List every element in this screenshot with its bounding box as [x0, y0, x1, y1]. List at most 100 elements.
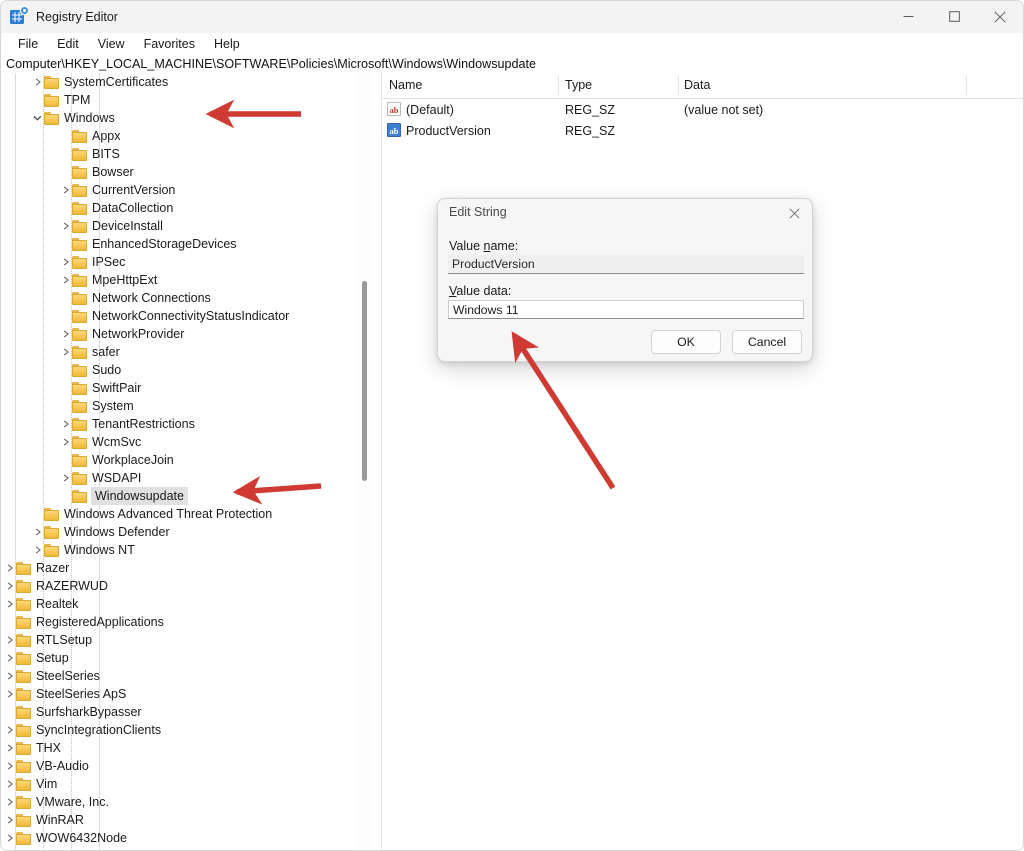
- chevron-right-icon[interactable]: [3, 595, 16, 613]
- menu-favorites[interactable]: Favorites: [135, 35, 204, 53]
- chevron-right-icon[interactable]: [3, 739, 16, 757]
- folder-icon: [44, 94, 59, 107]
- value-row[interactable]: ab (Default) REG_SZ (value not set): [382, 99, 1023, 120]
- tree-item[interactable]: BITS: [1, 145, 381, 163]
- tree-item[interactable]: Bowser: [1, 163, 381, 181]
- close-button[interactable]: [977, 1, 1023, 32]
- chevron-right-icon[interactable]: [59, 433, 72, 451]
- chevron-right-icon[interactable]: [59, 271, 72, 289]
- tree-scroll-thumb[interactable]: [362, 281, 367, 481]
- value-name-input[interactable]: [448, 255, 804, 274]
- tree-item[interactable]: VB-Audio: [1, 757, 381, 775]
- tree-item[interactable]: Setup: [1, 649, 381, 667]
- chevron-right-icon[interactable]: [3, 559, 16, 577]
- chevron-right-icon[interactable]: [59, 325, 72, 343]
- menu-help[interactable]: Help: [205, 35, 249, 53]
- column-header-data[interactable]: Data: [684, 78, 710, 92]
- column-divider[interactable]: [558, 76, 559, 95]
- tree-item[interactable]: WorkplaceJoin: [1, 451, 381, 469]
- tree-item[interactable]: RAZERWUD: [1, 577, 381, 595]
- tree-item[interactable]: RegisteredApplications: [1, 613, 381, 631]
- column-divider[interactable]: [678, 76, 679, 95]
- tree-item[interactable]: IPSec: [1, 253, 381, 271]
- column-divider[interactable]: [966, 76, 967, 95]
- chevron-right-icon[interactable]: [59, 253, 72, 271]
- tree-item[interactable]: SystemCertificates: [1, 73, 381, 91]
- cancel-button[interactable]: Cancel: [732, 330, 802, 354]
- tree-item[interactable]: System: [1, 397, 381, 415]
- chevron-right-icon[interactable]: [3, 685, 16, 703]
- chevron-right-icon[interactable]: [31, 541, 44, 559]
- tree-item[interactable]: MpeHttpExt: [1, 271, 381, 289]
- tree-item[interactable]: SurfsharkBypasser: [1, 703, 381, 721]
- column-header-type[interactable]: Type: [565, 78, 592, 92]
- tree-item[interactable]: DeviceInstall: [1, 217, 381, 235]
- tree-item[interactable]: Windowsupdate: [1, 487, 381, 505]
- tree-item[interactable]: Razer: [1, 559, 381, 577]
- chevron-right-icon[interactable]: [3, 829, 16, 847]
- tree-item[interactable]: SteelSeries ApS: [1, 685, 381, 703]
- tree-item[interactable]: Windows: [1, 109, 381, 127]
- tree-item[interactable]: safer: [1, 343, 381, 361]
- chevron-right-icon[interactable]: [3, 631, 16, 649]
- tree-item[interactable]: WSDAPI: [1, 469, 381, 487]
- column-header-name[interactable]: Name: [389, 78, 422, 92]
- dialog-close-button[interactable]: [776, 199, 812, 227]
- tree-item[interactable]: WOW6432Node: [1, 829, 381, 847]
- tree-item[interactable]: NetworkConnectivityStatusIndicator: [1, 307, 381, 325]
- tree-item[interactable]: WinRAR: [1, 811, 381, 829]
- chevron-right-icon[interactable]: [31, 523, 44, 541]
- menu-view[interactable]: View: [89, 35, 134, 53]
- chevron-right-icon[interactable]: [3, 811, 16, 829]
- chevron-right-icon[interactable]: [31, 73, 44, 91]
- chevron-right-icon[interactable]: [3, 577, 16, 595]
- tree-item[interactable]: SwiftPair: [1, 379, 381, 397]
- chevron-right-icon[interactable]: [59, 415, 72, 433]
- chevron-right-icon[interactable]: [3, 649, 16, 667]
- tree-item[interactable]: EnhancedStorageDevices: [1, 235, 381, 253]
- tree-item[interactable]: TenantRestrictions: [1, 415, 381, 433]
- tree-item[interactable]: VMware, Inc.: [1, 793, 381, 811]
- chevron-right-icon[interactable]: [3, 667, 16, 685]
- tree-item[interactable]: CurrentVersion: [1, 181, 381, 199]
- chevron-down-icon[interactable]: [31, 109, 44, 127]
- menu-edit[interactable]: Edit: [48, 35, 88, 53]
- registry-values-pane[interactable]: Name Type Data ab (Default) REG_SZ (value n…: [382, 73, 1023, 850]
- tree-vertical-scrollbar[interactable]: [358, 73, 372, 850]
- tree-item-label: Windowsupdate: [91, 487, 188, 505]
- tree-item[interactable]: Windows NT: [1, 541, 381, 559]
- maximize-button[interactable]: [931, 1, 977, 32]
- chevron-right-icon[interactable]: [3, 757, 16, 775]
- registry-tree-pane[interactable]: SystemCertificates TPM Windows Appx BITS Bows…: [1, 73, 382, 850]
- chevron-right-icon[interactable]: [59, 181, 72, 199]
- tree-item[interactable]: SteelSeries: [1, 667, 381, 685]
- tree-item[interactable]: [1, 847, 381, 850]
- tree-item-label: EnhancedStorageDevices: [92, 237, 237, 251]
- menu-file[interactable]: File: [9, 35, 47, 53]
- tree-item[interactable]: TPM: [1, 91, 381, 109]
- minimize-button[interactable]: [885, 1, 931, 32]
- address-bar[interactable]: Computer\HKEY_LOCAL_MACHINE\SOFTWARE\Pol…: [1, 55, 1023, 74]
- chevron-right-icon[interactable]: [59, 343, 72, 361]
- tree-item[interactable]: DataCollection: [1, 199, 381, 217]
- ok-button[interactable]: OK: [651, 330, 721, 354]
- tree-item[interactable]: Windows Defender: [1, 523, 381, 541]
- tree-item[interactable]: NetworkProvider: [1, 325, 381, 343]
- tree-item[interactable]: RTLSetup: [1, 631, 381, 649]
- tree-item[interactable]: WcmSvc: [1, 433, 381, 451]
- chevron-right-icon[interactable]: [3, 721, 16, 739]
- tree-item[interactable]: Windows Advanced Threat Protection: [1, 505, 381, 523]
- tree-item[interactable]: Sudo: [1, 361, 381, 379]
- tree-item[interactable]: Vim: [1, 775, 381, 793]
- chevron-right-icon[interactable]: [59, 469, 72, 487]
- tree-item[interactable]: Appx: [1, 127, 381, 145]
- tree-item[interactable]: Network Connections: [1, 289, 381, 307]
- chevron-right-icon[interactable]: [3, 775, 16, 793]
- tree-item[interactable]: SyncIntegrationClients: [1, 721, 381, 739]
- tree-item[interactable]: Realtek: [1, 595, 381, 613]
- chevron-right-icon[interactable]: [59, 217, 72, 235]
- value-row[interactable]: ab ProductVersion REG_SZ: [382, 120, 1023, 141]
- chevron-right-icon[interactable]: [3, 793, 16, 811]
- value-data-input[interactable]: [448, 300, 804, 319]
- tree-item[interactable]: THX: [1, 739, 381, 757]
